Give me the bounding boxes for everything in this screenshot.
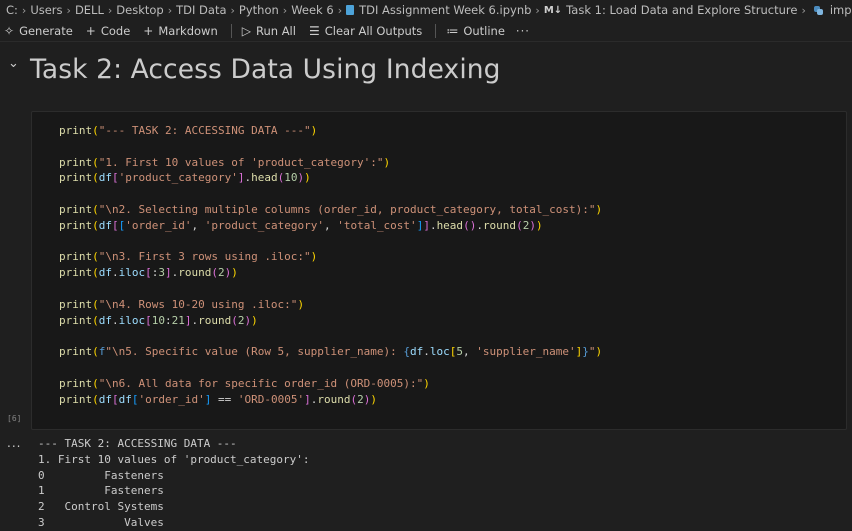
- outline-button[interactable]: ≔ Outline: [446, 24, 505, 38]
- list-icon: ≔: [446, 23, 459, 38]
- code-line: print("\n2. Selecting multiple columns (…: [59, 202, 603, 216]
- run-all-label: Run All: [255, 23, 296, 38]
- code-line: print(df.iloc[10:21].round(2)): [59, 313, 258, 327]
- output-actions-icon[interactable]: ...: [7, 436, 21, 450]
- code-cell[interactable]: print("--- TASK 2: ACCESSING DATA ---") p…: [31, 111, 847, 430]
- output-line: 1 Fasteners: [38, 484, 164, 498]
- execution-count: [6]: [7, 414, 22, 423]
- code-line: print("\n6. All data for specific order_…: [59, 376, 430, 390]
- output-line: 3 Valves: [38, 515, 164, 529]
- breadcrumb-label: TDI Data: [176, 3, 227, 17]
- breadcrumb-item[interactable]: Users: [30, 3, 62, 17]
- chevron-right-icon: ›: [107, 3, 113, 17]
- run-all-icon: ▷: [241, 23, 251, 38]
- markdown-cell[interactable]: ⌄ Task 2: Access Data Using Indexing: [0, 48, 852, 90]
- code-line: print("\n3. First 3 rows using .iloc:"): [59, 250, 318, 264]
- chevron-down-icon[interactable]: ⌄: [8, 56, 19, 71]
- python-icon: [813, 5, 823, 15]
- code-line: print(df.iloc[:3].round(2)): [59, 266, 238, 280]
- chevron-right-icon: ›: [801, 3, 806, 17]
- section-heading: Task 2: Access Data Using Indexing: [30, 54, 501, 85]
- more-actions-button[interactable]: ···: [516, 24, 530, 38]
- code-label: Code: [100, 23, 131, 38]
- output-line: 2 Control Systems: [38, 500, 164, 514]
- code-line: print(df['product_category'].head(10)): [59, 171, 311, 185]
- outline-label: Outline: [463, 23, 505, 38]
- run-all-button[interactable]: ▷ Run All: [242, 24, 296, 38]
- generate-button[interactable]: ✧ Generate: [4, 24, 73, 38]
- chevron-right-icon: ›: [535, 3, 540, 17]
- clear-outputs-icon: ☰: [308, 23, 320, 38]
- generate-label: Generate: [19, 23, 73, 38]
- output-line: 0 Fasteners: [38, 468, 164, 482]
- breadcrumb-label: import pandas as pd: [829, 3, 852, 17]
- add-code-cell-button[interactable]: + Code: [86, 24, 131, 38]
- chevron-right-icon: ›: [167, 3, 173, 17]
- clear-all-outputs-button[interactable]: ☰ Clear All Outputs: [309, 24, 422, 38]
- breadcrumb-label: Desktop: [116, 3, 164, 17]
- code-line: print("1. First 10 values of 'product_ca…: [59, 155, 391, 169]
- code-line: print(f"\n5. Specific value (Row 5, supp…: [59, 345, 603, 359]
- chevron-right-icon: ›: [21, 3, 27, 17]
- breadcrumb-item[interactable]: Week 6: [291, 3, 333, 17]
- markdown-icon: M↓: [543, 4, 563, 16]
- breadcrumb-item[interactable]: Python: [239, 3, 279, 17]
- breadcrumb-label: Python: [238, 3, 279, 17]
- chevron-right-icon: ›: [337, 3, 343, 17]
- breadcrumb-label: TDI Assignment Week 6.ipynb: [359, 3, 532, 17]
- sparkle-icon: ✧: [4, 23, 15, 38]
- breadcrumb-label: Users: [30, 3, 63, 17]
- chevron-right-icon: ›: [66, 3, 71, 17]
- toolbar-divider: [435, 23, 437, 38]
- breadcrumb-label: C:: [6, 3, 18, 17]
- breadcrumb-label: Week 6: [291, 3, 334, 17]
- chevron-right-icon: ›: [282, 3, 288, 17]
- markdown-label: Markdown: [158, 23, 218, 38]
- breadcrumb-item[interactable]: import pandas as pd: [810, 3, 852, 17]
- code-editor[interactable]: print("--- TASK 2: ACCESSING DATA ---") p…: [59, 123, 602, 407]
- toolbar-divider: [230, 23, 232, 38]
- plus-icon: +: [85, 23, 96, 38]
- chevron-right-icon: ›: [230, 3, 235, 17]
- breadcrumb-item[interactable]: C:: [6, 3, 18, 17]
- code-line: print(df[df['order_id'] == 'ORD-0005'].r…: [59, 392, 377, 406]
- breadcrumb-item[interactable]: TDI Assignment Week 6.ipynb: [346, 3, 531, 17]
- breadcrumb-label: DELL: [74, 3, 104, 17]
- clear-all-outputs-label: Clear All Outputs: [324, 23, 423, 38]
- breadcrumb-label: Task 1: Load Data and Explore Structure: [566, 3, 798, 17]
- cell-output: --- TASK 2: ACCESSING DATA --- 1. First 1…: [38, 436, 310, 531]
- breadcrumb-item[interactable]: DELL: [75, 3, 104, 17]
- breadcrumb: C: › Users › DELL › Desktop › TDI Data › Python › We…: [0, 0, 852, 20]
- add-markdown-cell-button[interactable]: + Markdown: [143, 24, 217, 38]
- output-line: --- TASK 2: ACCESSING DATA ---: [38, 437, 237, 450]
- code-line: print("--- TASK 2: ACCESSING DATA ---"): [59, 124, 318, 137]
- plus-icon: +: [143, 23, 154, 38]
- output-line: 1. First 10 values of 'product_category'…: [38, 452, 310, 466]
- notebook-toolbar: ✧ Generate + Code + Markdown ▷ Run All ☰…: [0, 20, 852, 42]
- notebook-icon: [346, 5, 355, 15]
- breadcrumb-item[interactable]: Desktop: [116, 3, 163, 17]
- breadcrumb-item[interactable]: M↓ Task 1: Load Data and Explore Structur…: [544, 3, 798, 17]
- code-line: print(df[['order_id', 'product_category'…: [59, 218, 543, 232]
- breadcrumb-item[interactable]: TDI Data: [176, 3, 226, 17]
- code-line: print("\n4. Rows 10-20 using .iloc:"): [59, 297, 305, 311]
